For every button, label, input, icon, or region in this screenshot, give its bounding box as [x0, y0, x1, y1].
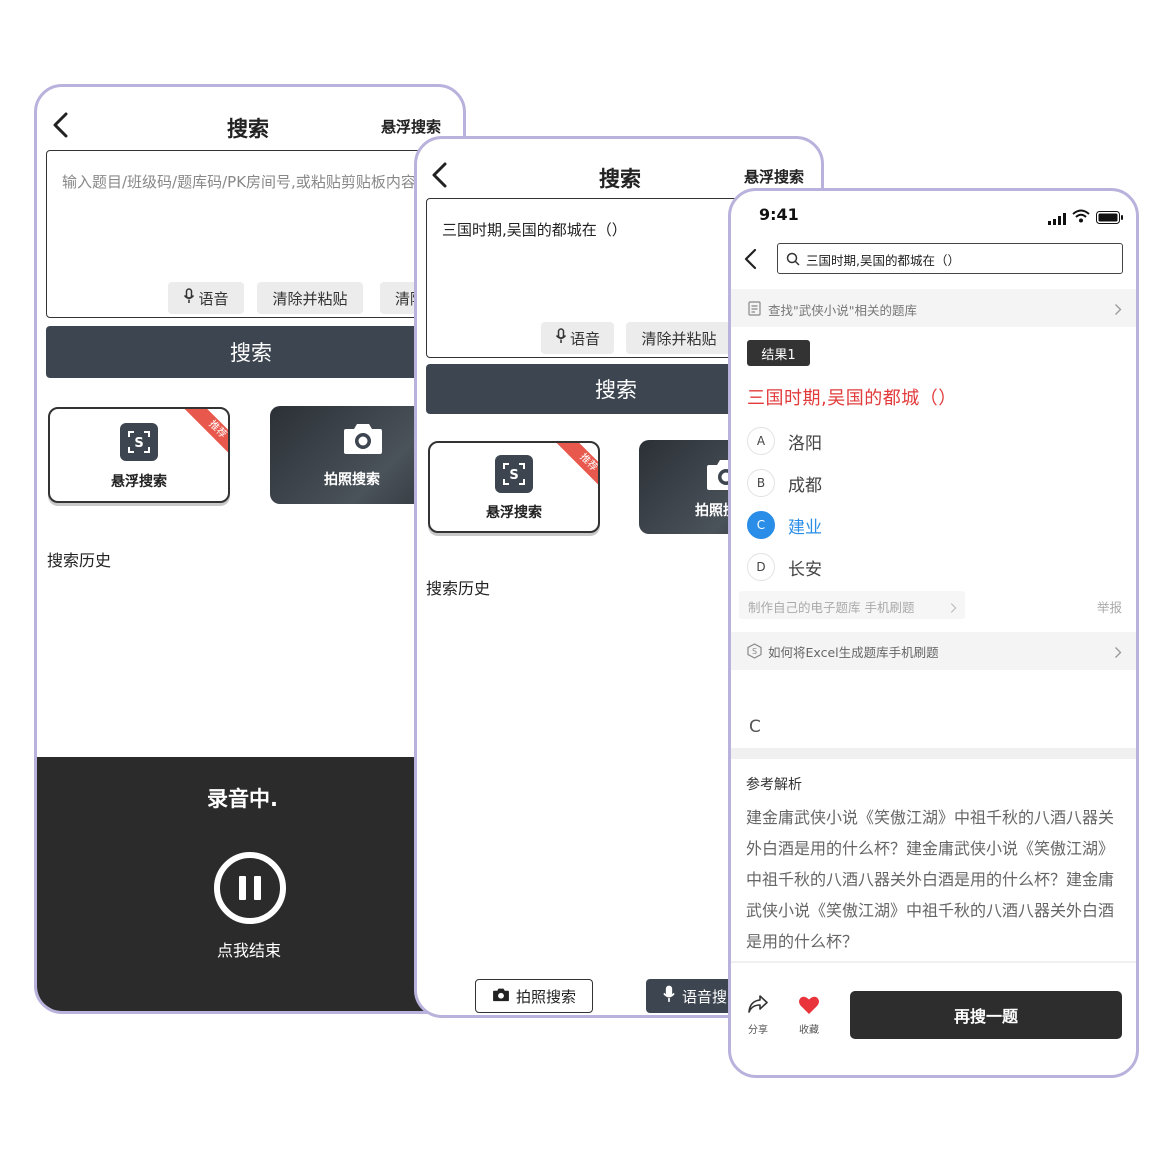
voice-chip-label: 语音 — [569, 329, 600, 348]
explain-title: 参考解析 — [746, 777, 802, 793]
voice-chip[interactable]: 语音 — [168, 282, 244, 314]
clear-paste-chip[interactable]: 清除并粘贴 — [626, 322, 732, 354]
option-a-text[interactable]: 洛阳 — [788, 429, 822, 454]
camera-icon — [492, 987, 510, 1006]
recording-panel: 录音中. 点我结束 — [37, 757, 463, 1011]
float-search-card[interactable]: S 悬浮搜索 推荐 — [428, 441, 600, 533]
mic-icon — [555, 328, 567, 348]
signal-icon — [1048, 210, 1068, 229]
float-search-link[interactable]: 悬浮搜索 — [744, 166, 804, 187]
back-arrow-icon[interactable] — [430, 161, 450, 194]
status-time: 9:41 — [759, 205, 799, 224]
page-title: 搜索 — [227, 117, 269, 141]
svg-text:S: S — [509, 468, 518, 483]
option-b-marker[interactable]: B — [747, 469, 775, 497]
search-icon — [786, 251, 800, 270]
bank-logo-icon: S — [747, 643, 762, 663]
back-arrow-icon[interactable] — [743, 247, 759, 275]
excel-guide-row[interactable]: S 如何将Excel生成题库手机刷题 — [731, 632, 1136, 670]
share-label: 分享 — [748, 1025, 768, 1036]
bottom-photo-search-label: 拍照搜索 — [515, 987, 576, 1006]
excel-guide-label: 如何将Excel生成题库手机刷题 — [768, 645, 939, 660]
report-link[interactable]: 举报 — [1097, 597, 1122, 616]
pause-icon[interactable] — [214, 852, 286, 924]
option-d-text[interactable]: 长安 — [788, 555, 822, 580]
option-b-text[interactable]: 成都 — [788, 471, 822, 496]
float-search-card-label: 悬浮搜索 — [111, 474, 167, 490]
mic-icon — [183, 288, 195, 308]
battery-icon — [1096, 209, 1124, 228]
stop-recording-label[interactable]: 点我结束 — [217, 937, 281, 961]
option-c-marker[interactable]: C — [747, 511, 775, 539]
chevron-right-icon — [950, 599, 957, 618]
option-a-marker[interactable]: A — [747, 427, 775, 455]
explain-text: 建金庸武侠小说《笑傲江湖》中祖千秋的八酒八器关外白酒是用的什么杯？建金庸武侠小说… — [746, 808, 1115, 951]
float-search-icon: S — [120, 423, 158, 461]
voice-chip[interactable]: 语音 — [541, 322, 614, 354]
search-screen-recording: 搜索 悬浮搜索 输入题目/班级码/题库码/PK房间号,或粘贴剪贴板内容 语音 清… — [34, 84, 466, 1014]
voice-chip-label: 语音 — [198, 289, 229, 308]
doc-icon — [748, 301, 761, 320]
camera-icon — [342, 420, 384, 460]
promo-link-label: 制作自己的电子题库 手机刷题 — [748, 600, 915, 615]
float-search-icon: S — [495, 455, 533, 493]
promo-link[interactable]: 制作自己的电子题库 手机刷题 — [739, 591, 965, 619]
search-result-screen: 9:41 三国时期,吴国的都城在（） 查找"武侠小说"相关的题库 结果1 三国时… — [728, 188, 1139, 1078]
result-tag: 结果1 — [747, 340, 810, 366]
recording-title: 录音中. — [207, 787, 278, 811]
search-field[interactable]: 三国时期,吴国的都城在（） — [777, 243, 1123, 274]
svg-text:S: S — [134, 436, 143, 451]
chevron-right-icon — [1114, 644, 1122, 663]
search-input-value: 三国时期,吴国的都城在（） — [442, 221, 627, 239]
related-bank-row[interactable]: 查找"武侠小说"相关的题库 — [731, 289, 1136, 327]
option-d-marker[interactable]: D — [747, 553, 775, 581]
bottom-divider — [731, 961, 1136, 963]
float-search-link[interactable]: 悬浮搜索 — [381, 116, 441, 137]
bottom-photo-search-button[interactable]: 拍照搜索 — [475, 979, 593, 1013]
search-button[interactable]: 搜索 — [46, 326, 456, 378]
wifi-icon — [1072, 208, 1090, 227]
page-title: 搜索 — [599, 167, 641, 191]
mic-icon — [662, 985, 676, 1007]
section-divider — [731, 748, 1136, 759]
recommend-ribbon: 推荐 — [554, 443, 598, 497]
float-search-card-label: 悬浮搜索 — [486, 505, 542, 521]
heart-icon[interactable] — [798, 995, 820, 1019]
search-input-placeholder: 输入题目/班级码/题库码/PK房间号,或粘贴剪贴板内容 — [62, 173, 416, 191]
search-field-value: 三国时期,吴国的都城在（） — [806, 253, 960, 268]
favorite-label: 收藏 — [799, 1025, 819, 1036]
share-icon[interactable] — [747, 994, 769, 1018]
search-history-title: 搜索历史 — [426, 579, 491, 598]
option-c-text[interactable]: 建业 — [788, 513, 822, 538]
back-arrow-icon[interactable] — [51, 111, 71, 144]
related-bank-label: 查找"武侠小说"相关的题库 — [768, 303, 917, 318]
question-title: 三国时期,吴国的都城（） — [747, 388, 957, 409]
search-again-button[interactable]: 再搜一题 — [850, 991, 1122, 1039]
float-search-card[interactable]: S 悬浮搜索 推荐 — [48, 407, 230, 503]
clear-paste-chip[interactable]: 清除并粘贴 — [257, 282, 363, 314]
answer-value: C — [749, 717, 761, 737]
recommend-ribbon: 推荐 — [183, 409, 228, 464]
chevron-right-icon — [1114, 301, 1122, 320]
search-history-title: 搜索历史 — [47, 551, 112, 570]
svg-text:S: S — [752, 647, 757, 656]
